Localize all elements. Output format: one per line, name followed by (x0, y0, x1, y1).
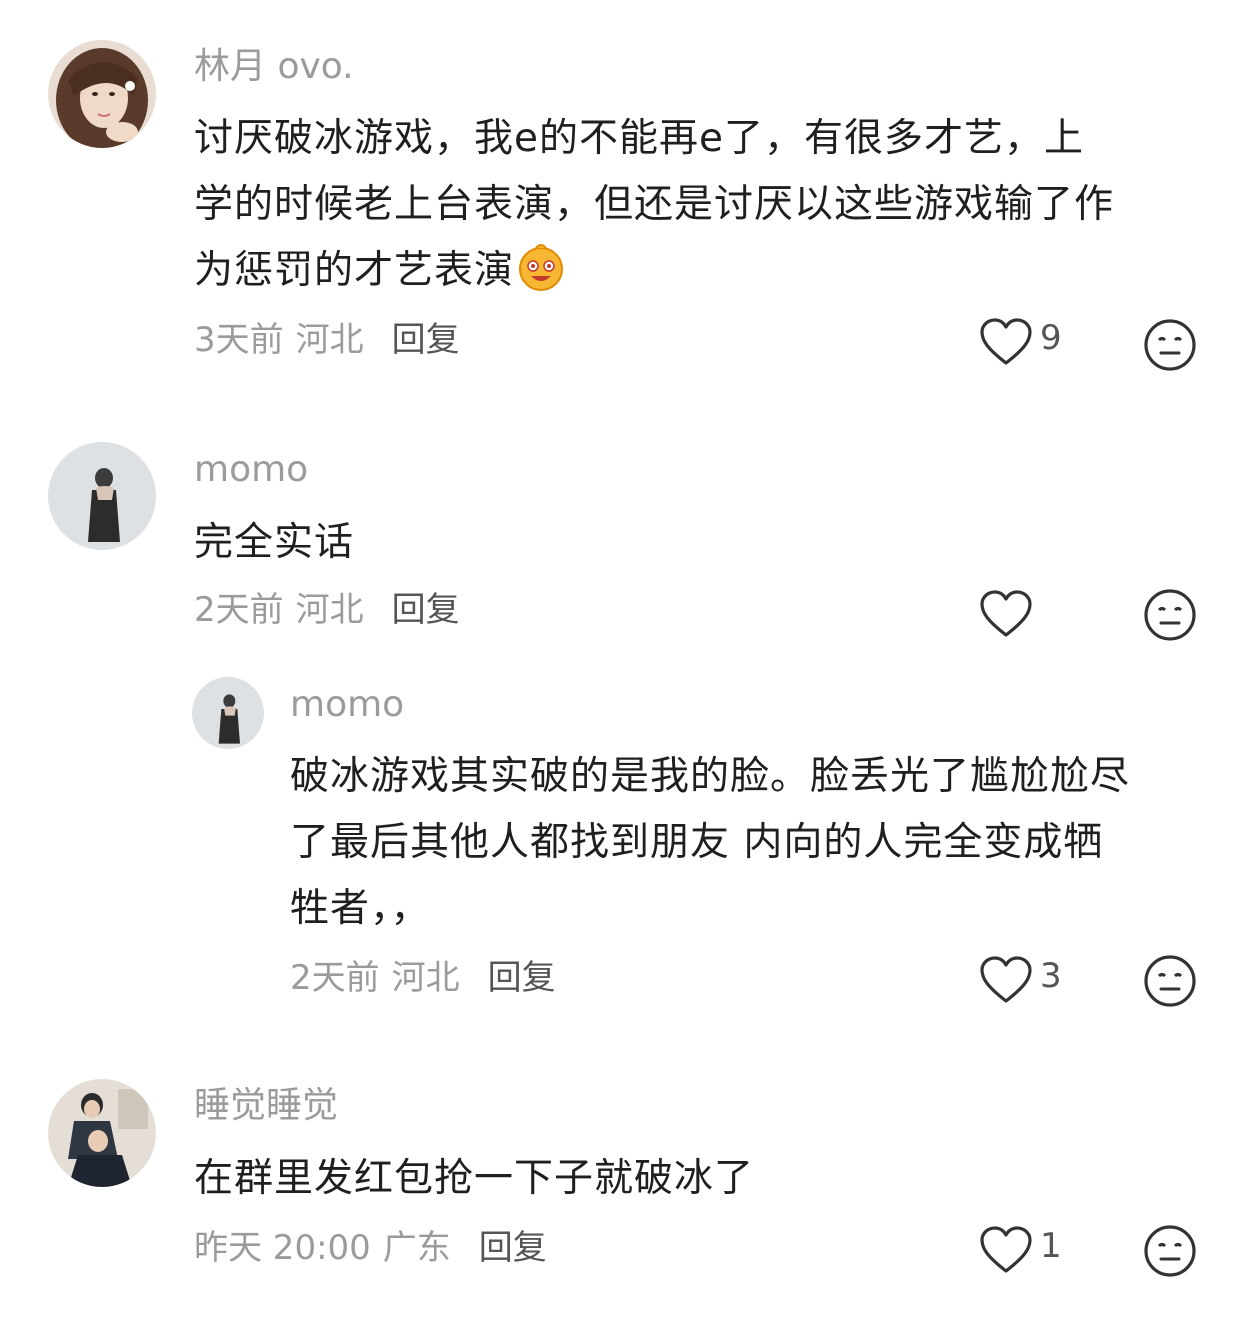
username[interactable]: momo (194, 448, 308, 492)
dislike-button[interactable] (1143, 318, 1197, 372)
comment-time: 2天前 (290, 958, 380, 998)
comment-time: 昨天 20:00 (194, 1228, 371, 1268)
comment-meta: 3天前 河北 回复 (194, 318, 460, 362)
reply-button[interactable]: 回复 (479, 1228, 547, 1268)
dislike-button[interactable] (1143, 1224, 1197, 1278)
avatar[interactable] (48, 442, 156, 550)
comment-text: 在群里发红包抢一下子就破冰了 (194, 1146, 1194, 1212)
like-button[interactable]: 3 (978, 954, 1088, 1014)
avatar[interactable] (48, 40, 156, 148)
avatar[interactable] (48, 1079, 156, 1187)
smiling-face-emoji-icon (516, 242, 566, 292)
comment-time: 2天前 (194, 590, 284, 630)
dislike-button[interactable] (1143, 954, 1197, 1008)
comment-line: 完全实话 (194, 520, 355, 565)
like-count: 1 (1040, 1226, 1062, 1266)
dislike-button[interactable] (1143, 588, 1197, 642)
reply-button[interactable]: 回复 (392, 590, 460, 630)
username[interactable]: 睡觉睡觉 (194, 1084, 338, 1128)
comment-time: 3天前 (194, 320, 284, 360)
comment-line-with-emoji: 为惩罚的才艺表演 (194, 238, 1194, 304)
username[interactable]: momo (290, 683, 404, 727)
comment-line: 破冰游戏其实破的是我的脸。脸丢光了尴尬尬尽 (290, 754, 1131, 799)
comment-location: 河北 (391, 958, 460, 998)
neutral-face-icon (1144, 319, 1196, 371)
avatar-standing-figure-icon (48, 442, 156, 550)
neutral-face-icon (1144, 1225, 1196, 1277)
avatar[interactable] (192, 677, 264, 749)
comment-text: 讨厌破冰游戏，我e的不能再e了，有很多才艺，上 学的时候老上台表演，但还是讨厌以… (194, 106, 1194, 304)
like-count: 3 (1040, 956, 1062, 996)
comment-line: 了最后其他人都找到朋友 内向的人完全变成牺 (290, 820, 1104, 865)
comment-line: 牲者，， (290, 886, 431, 931)
comment-line: 学的时候老上台表演，但还是讨厌以这些游戏输了作 (194, 182, 1115, 227)
comment-location: 河北 (295, 320, 364, 360)
username[interactable]: 林月 ovo. (194, 45, 354, 89)
heart-icon (980, 318, 1032, 365)
comment-text: 完全实话 (194, 510, 1194, 576)
avatar-two-people-icon (48, 1079, 156, 1187)
heart-icon (980, 956, 1032, 1003)
comment-line: 为惩罚的才艺表演 (194, 248, 515, 293)
heart-icon (980, 1226, 1032, 1273)
neutral-face-icon (1144, 955, 1196, 1007)
comment-location: 广东 (382, 1228, 451, 1268)
reply-button[interactable]: 回复 (488, 958, 556, 998)
comment-location: 河北 (295, 590, 364, 630)
comment-meta: 2天前 河北 回复 (194, 588, 460, 632)
comment-meta: 昨天 20:00 广东 回复 (194, 1226, 547, 1270)
comment-text: 破冰游戏其实破的是我的脸。脸丢光了尴尬尬尽 了最后其他人都找到朋友 内向的人完全… (290, 744, 1210, 942)
like-button[interactable] (978, 588, 1088, 648)
like-count: 9 (1040, 318, 1062, 358)
comment-line: 讨厌破冰游戏，我e的不能再e了，有很多才艺，上 (194, 116, 1084, 161)
like-button[interactable]: 9 (978, 316, 1088, 376)
neutral-face-icon (1144, 589, 1196, 641)
like-button[interactable]: 1 (978, 1224, 1088, 1284)
reply-button[interactable]: 回复 (392, 320, 460, 360)
comment-line: 在群里发红包抢一下子就破冰了 (194, 1156, 755, 1201)
avatar-standing-figure-icon (192, 677, 264, 749)
avatar-girl-portrait-icon (48, 40, 156, 148)
comment-meta: 2天前 河北 回复 (290, 956, 556, 1000)
heart-icon (980, 590, 1032, 637)
